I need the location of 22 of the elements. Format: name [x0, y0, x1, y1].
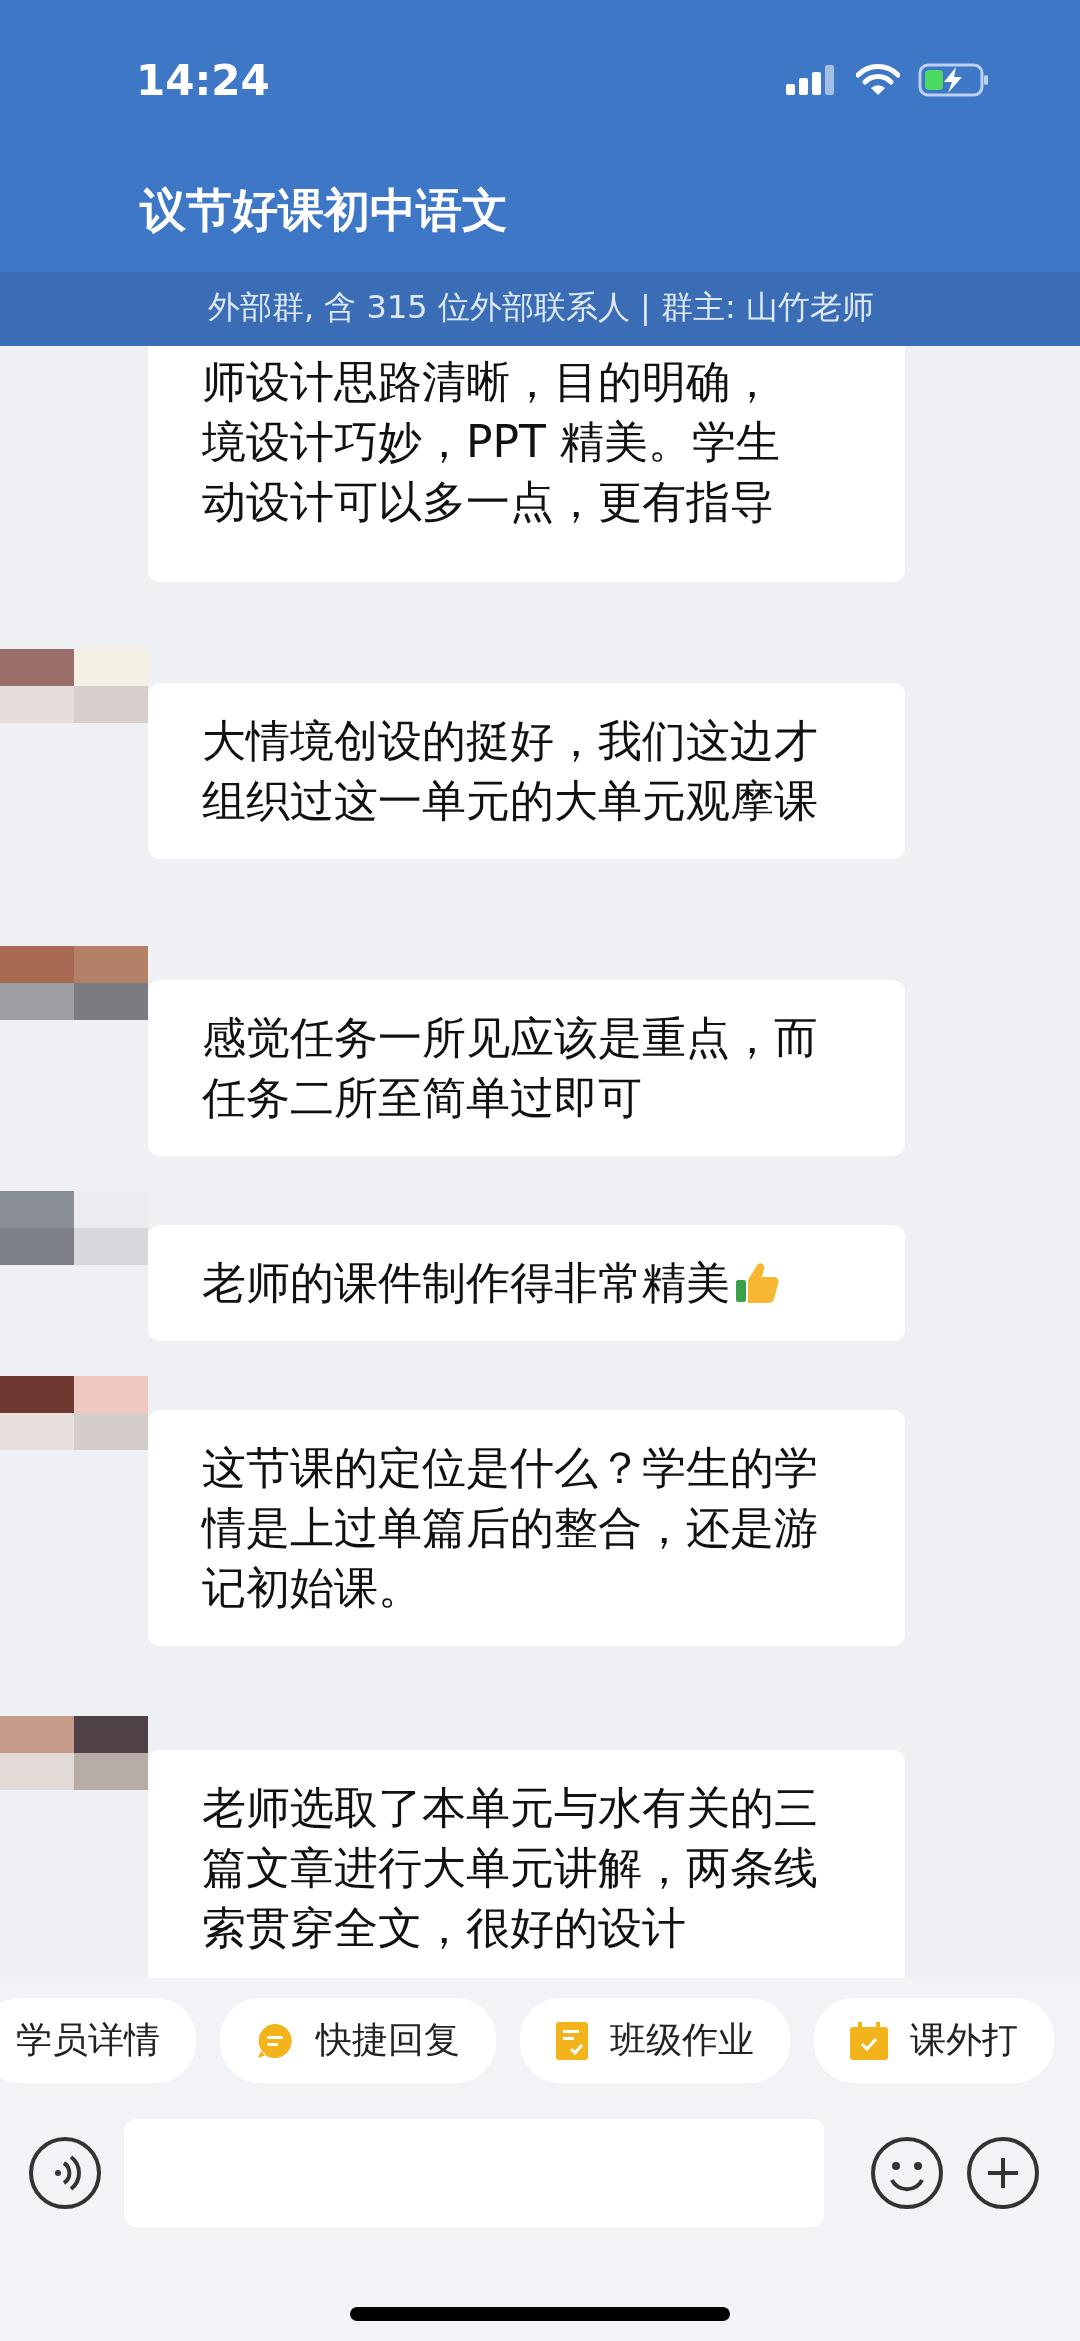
- add-icon[interactable]: [966, 2136, 1040, 2210]
- wifi-icon: [856, 64, 900, 96]
- message-text: 这节课的定位是什么？学生的学 情是上过单篇后的整合，还是游 记初始课。: [202, 1441, 818, 1615]
- quick-action-chip[interactable]: 学员详情: [0, 1998, 196, 2083]
- quick-action-chip[interactable]: 快捷回复: [220, 1998, 496, 2083]
- battery-charging-icon: [918, 63, 990, 97]
- message-text: 感觉任务一所见应该是重点，而 任务二所至简单过即可: [202, 1011, 818, 1125]
- chat-title: 议节好课初中语文: [138, 182, 509, 239]
- message-text: 老师的课件制作得非常精美: [202, 1256, 730, 1310]
- voice-icon[interactable]: [28, 2136, 102, 2210]
- message-text: 大情境创设的挺好，我们这边才 组织过这一单元的大单元观摩课: [202, 714, 818, 828]
- message-text: 老师选取了本单元与水有关的三 篇文章进行大单元讲解，两条线 索贯穿全文，很好的设计: [202, 1781, 818, 1955]
- message-text: 师设计思路清晰，目的明确， 境设计巧妙，PPT 精美。学生 动设计可以多一点，更有指导: [202, 355, 780, 529]
- group-info: 外部群, 含 315 位外部联系人 | 群主: 山竹老师: [208, 288, 874, 326]
- thumbs-up-icon: [734, 1260, 780, 1306]
- calendar-check-icon: [850, 2021, 888, 2060]
- quick-action-chip[interactable]: 班级作业: [520, 1998, 790, 2083]
- emoji-icon[interactable]: [870, 2136, 944, 2210]
- chat-bubble-icon: [256, 2021, 294, 2060]
- status-time: 14:24: [136, 55, 270, 105]
- quick-action-chip[interactable]: 课外打: [814, 1998, 1054, 2083]
- checklist-icon: [556, 2021, 588, 2060]
